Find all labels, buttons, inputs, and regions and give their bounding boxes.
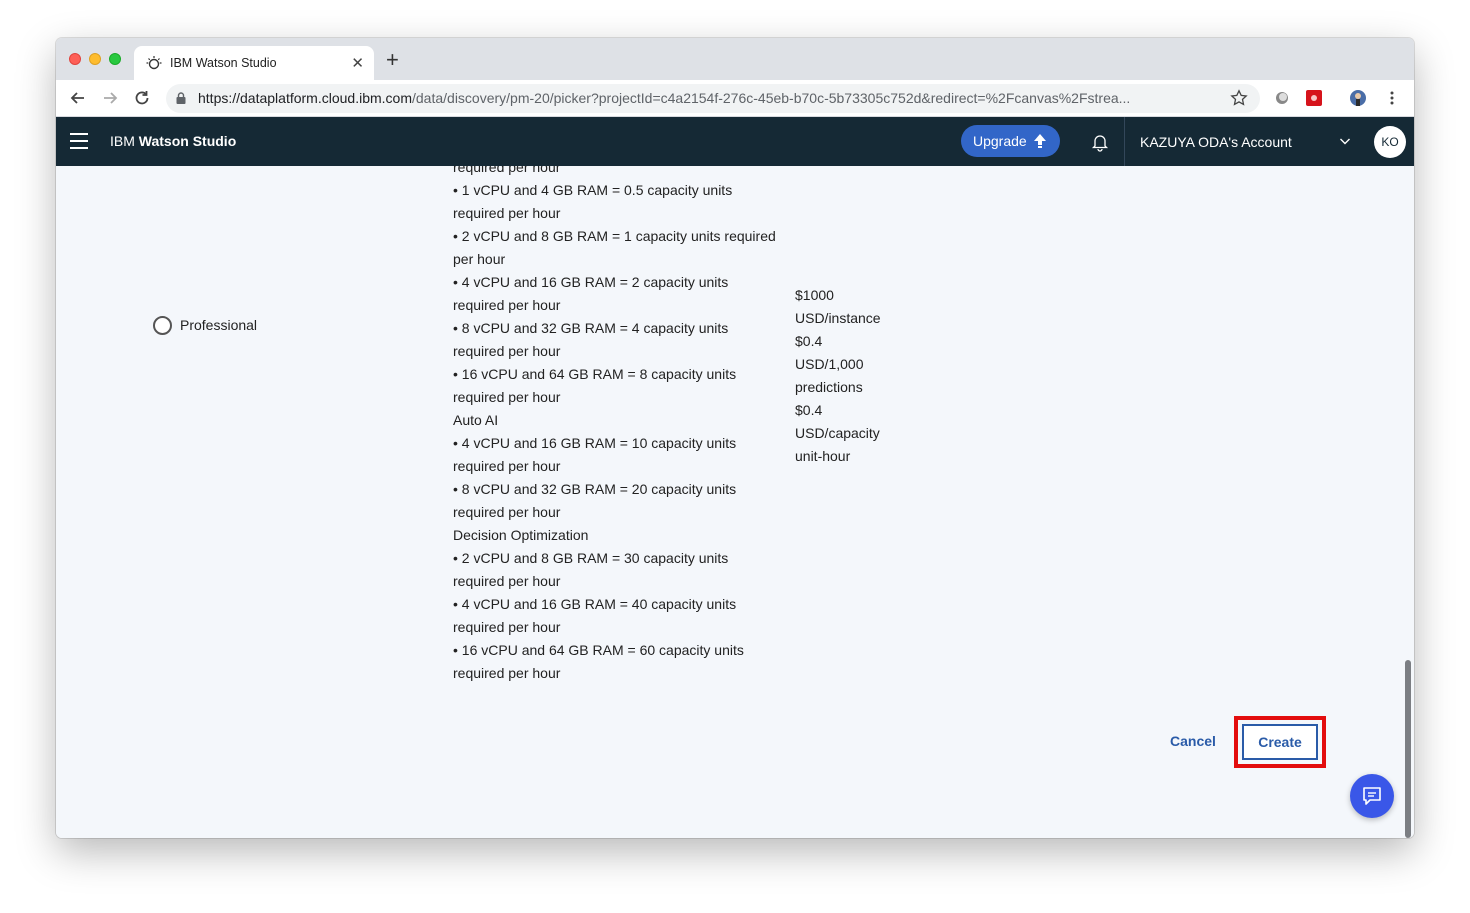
upgrade-label: Upgrade: [973, 133, 1027, 149]
menu-icon[interactable]: [70, 133, 88, 149]
plan-spec-line: required per hour: [453, 343, 561, 359]
create-button[interactable]: Create: [1242, 724, 1318, 760]
plan-spec-line: • 2 vCPU and 8 GB RAM = 30 capacity unit…: [453, 550, 729, 566]
extension-circle-icon[interactable]: [1274, 90, 1290, 106]
plan-spec-line: per hour: [453, 251, 506, 267]
back-icon[interactable]: [68, 88, 88, 108]
plan-radio[interactable]: [153, 316, 172, 335]
tab-close-icon[interactable]: ✕: [351, 54, 364, 72]
plan-spec-line: • 16 vCPU and 64 GB RAM = 60 capacity un…: [453, 642, 744, 658]
chat-icon: [1363, 787, 1381, 805]
plan-spec-line: • 4 vCPU and 16 GB RAM = 10 capacity uni…: [453, 435, 737, 451]
plan-spec-line: required per hour: [453, 665, 561, 681]
plan-spec-cut-line: required per hour: [453, 166, 561, 175]
plan-spec-line: required per hour: [453, 504, 561, 520]
plan-prices: $1000 USD/instance $0.4 USD/1,000 predic…: [795, 284, 881, 468]
plan-spec-line: • 8 vCPU and 32 GB RAM = 4 capacity unit…: [453, 320, 729, 336]
extension-red-icon[interactable]: [1306, 90, 1322, 106]
plan-spec-line: • 4 vCPU and 16 GB RAM = 2 capacity unit…: [453, 274, 729, 290]
lock-icon: [176, 92, 186, 104]
profile-icon[interactable]: [1350, 90, 1366, 106]
account-switcher[interactable]: KAZUYA ODA's Account: [1140, 134, 1292, 150]
app-brand[interactable]: IBM Watson Studio: [110, 133, 236, 149]
plan-spec-line: required per hour: [453, 389, 561, 405]
price-line: $0.4 USD/1,000 predictions: [795, 333, 864, 395]
url-text: https://dataplatform.cloud.ibm.com/data/…: [198, 90, 1130, 106]
plan-spec-line: • 16 vCPU and 64 GB RAM = 8 capacity uni…: [453, 366, 737, 382]
new-tab-icon[interactable]: +: [386, 49, 399, 71]
plan-spec-line: • 4 vCPU and 16 GB RAM = 40 capacity uni…: [453, 596, 737, 612]
watson-logo-icon: [146, 56, 162, 70]
plan-spec-line: required per hour: [453, 573, 561, 589]
plan-spec-line: Decision Optimization: [453, 527, 589, 543]
brand-name: Watson Studio: [138, 133, 237, 149]
minimize-window-button[interactable]: [89, 53, 101, 65]
plan-spec-line: Auto AI: [453, 412, 499, 428]
bookmark-star-icon[interactable]: [1230, 89, 1248, 107]
plan-spec-line: required per hour: [453, 458, 561, 474]
price-line: $0.4 USD/capacity unit-hour: [795, 402, 880, 464]
header-divider: [1124, 117, 1125, 166]
avatar[interactable]: KO: [1374, 126, 1406, 158]
plan-spec-line: required per hour: [453, 205, 561, 221]
browser-toolbar: https://dataplatform.cloud.ibm.com/data/…: [56, 80, 1414, 117]
plan-name: Professional: [180, 317, 258, 333]
url-path: /data/discovery/pm-20/picker?projectId=c…: [412, 90, 1131, 106]
browser-tab[interactable]: IBM Watson Studio ✕: [134, 46, 374, 80]
url-host: https://dataplatform.cloud.ibm.com: [198, 90, 412, 106]
chat-button[interactable]: [1350, 774, 1394, 818]
tab-title: IBM Watson Studio: [170, 56, 277, 70]
more-menu-icon[interactable]: [1384, 90, 1400, 106]
plan-spec-line: required per hour: [453, 297, 561, 313]
close-window-button[interactable]: [69, 53, 81, 65]
upgrade-arrow-icon: [1034, 134, 1046, 148]
maximize-window-button[interactable]: [109, 53, 121, 65]
cancel-button[interactable]: Cancel: [1170, 733, 1216, 749]
plan-spec-line: required per hour: [453, 619, 561, 635]
plan-spec-line: • 8 vCPU and 32 GB RAM = 20 capacity uni…: [453, 481, 737, 497]
plan-specs: required per hour • 1 vCPU and 4 GB RAM …: [453, 166, 813, 685]
chevron-down-icon[interactable]: [1339, 135, 1351, 147]
address-bar[interactable]: https://dataplatform.cloud.ibm.com/data/…: [166, 84, 1260, 113]
notifications-bell-icon[interactable]: [1090, 132, 1110, 152]
brand-prefix: IBM: [110, 133, 135, 149]
scrollbar-thumb[interactable]: [1405, 660, 1411, 838]
plan-spec-line: • 1 vCPU and 4 GB RAM = 0.5 capacity uni…: [453, 182, 733, 198]
price-line: $1000 USD/instance: [795, 287, 881, 326]
reload-icon[interactable]: [132, 88, 152, 108]
tab-strip: IBM Watson Studio ✕ +: [56, 38, 1414, 80]
plan-spec-line: • 2 vCPU and 8 GB RAM = 1 capacity units…: [453, 228, 776, 244]
upgrade-button[interactable]: Upgrade: [961, 125, 1060, 157]
main-content: Professional required per hour • 1 vCPU …: [56, 166, 1414, 838]
browser-window: IBM Watson Studio ✕ + https://dataplatfo…: [56, 38, 1414, 838]
app-header: IBM Watson Studio Upgrade KAZUYA ODA's A…: [56, 117, 1414, 166]
forward-icon[interactable]: [100, 88, 120, 108]
